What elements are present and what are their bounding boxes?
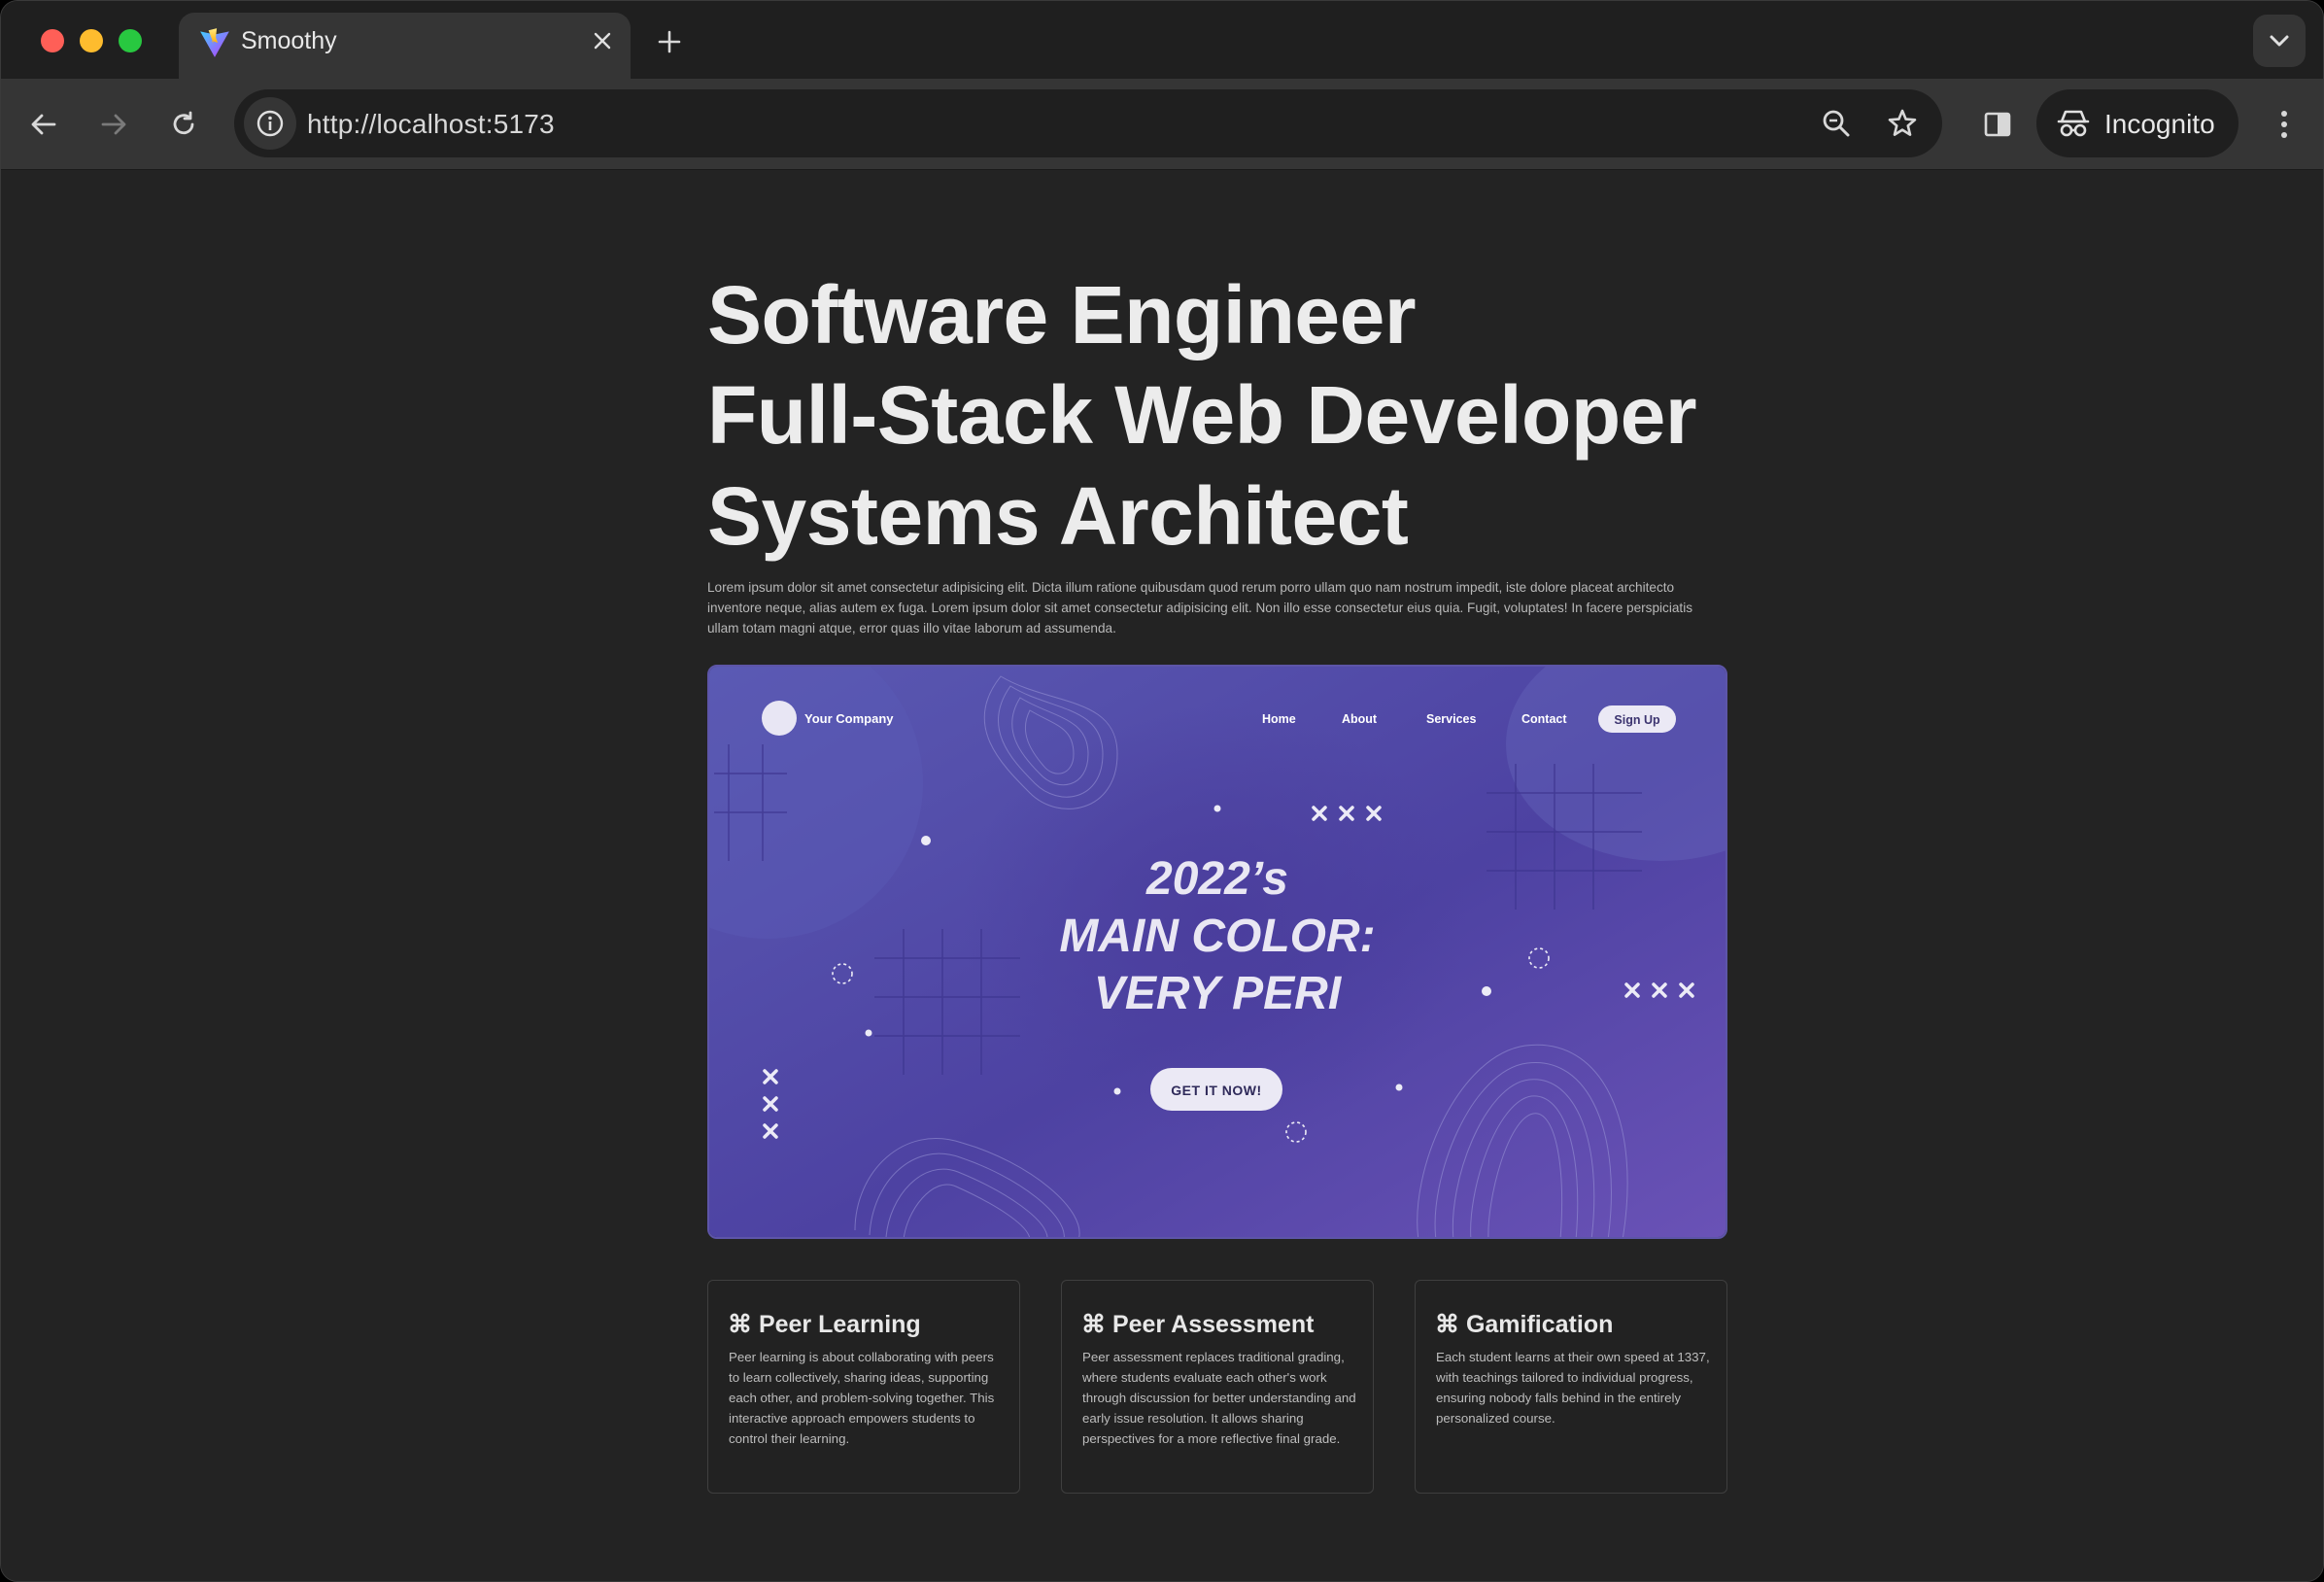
card-title: ⌘ Gamification: [1435, 1310, 1613, 1339]
reload-icon: [173, 111, 194, 135]
command-icon: ⌘: [1081, 1311, 1106, 1338]
arrow-right-icon: [101, 114, 126, 135]
minimize-window-button[interactable]: [80, 29, 103, 52]
new-tab-icon[interactable]: [652, 24, 687, 59]
hero-cta-button: GET IT NOW!: [1171, 1083, 1261, 1098]
hero-title-line-2: MAIN COLOR:: [1059, 911, 1375, 962]
hero-nav-contact: Contact: [1521, 712, 1567, 726]
side-panel-button[interactable]: [1973, 100, 2022, 149]
zoom-icon[interactable]: [1818, 105, 1855, 142]
feature-card-gamification: ⌘ Gamification Each student learns at th…: [1415, 1280, 1727, 1494]
site-info-icon[interactable]: [244, 97, 296, 150]
hero-nav-services: Services: [1426, 712, 1476, 726]
incognito-icon: [2057, 110, 2090, 137]
close-window-button[interactable]: [41, 29, 64, 52]
tab-smoothy[interactable]: Smoothy: [179, 13, 631, 79]
address-bar[interactable]: http://localhost:5173: [234, 89, 1942, 157]
maximize-window-button[interactable]: [119, 29, 142, 52]
chevron-down-icon: [2270, 35, 2289, 47]
hero-nav-about: About: [1342, 712, 1378, 726]
incognito-profile-button[interactable]: Incognito: [2036, 89, 2239, 157]
card-title-text: Peer Assessment: [1111, 1311, 1315, 1338]
hero-banner-image: Your Company Home About Services Contact…: [707, 665, 1727, 1239]
incognito-label: Incognito: [2104, 109, 2215, 139]
headline-role-2: Full-Stack Web Developer: [707, 369, 1697, 461]
reload-button[interactable]: [160, 101, 207, 148]
hero-title-line-3: VERY PERI: [1094, 968, 1343, 1019]
hero-nav-home: Home: [1262, 712, 1296, 726]
page-viewport: Software Engineer Full-Stack Web Develop…: [1, 171, 2323, 1581]
close-tab-icon[interactable]: [588, 26, 617, 55]
back-button[interactable]: [20, 101, 67, 148]
card-description: Peer assessment replaces traditional gra…: [1082, 1350, 1356, 1446]
arrow-left-icon: [31, 114, 56, 135]
card-description: Peer learning is about collaborating wit…: [729, 1350, 995, 1446]
command-icon: ⌘: [728, 1311, 752, 1338]
card-title-text: Gamification: [1465, 1311, 1614, 1338]
card-title: ⌘ Peer Assessment: [1081, 1310, 1315, 1339]
intro-paragraph: Lorem ipsum dolor sit amet consectetur a…: [707, 580, 1693, 636]
forward-button[interactable]: [90, 101, 137, 148]
headline-role-3: Systems Architect: [707, 470, 1409, 562]
more-vertical-icon: [2281, 111, 2287, 138]
card-title-text: Peer Learning: [758, 1311, 921, 1338]
card-title: ⌘ Peer Learning: [728, 1310, 921, 1339]
hero-company-name: Your Company: [804, 711, 894, 726]
headline-role-1: Software Engineer: [707, 269, 1417, 361]
browser-menu-button[interactable]: [2260, 100, 2308, 149]
bookmark-star-icon[interactable]: [1884, 105, 1921, 142]
hero-title-line-1: 2022’s: [1145, 853, 1288, 905]
tab-strip: Smoothy: [1, 1, 2323, 79]
vite-logo-icon: [200, 28, 229, 57]
browser-window: Smoothy http://localhost:5173 Incognito …: [0, 0, 2324, 1582]
browser-toolbar: http://localhost:5173 Incognito: [1, 79, 2323, 170]
hero-signup-button: Sign Up: [1614, 713, 1660, 727]
tab-search-button[interactable]: [2253, 15, 2306, 67]
card-description: Each student learns at their own speed a…: [1436, 1350, 1710, 1426]
side-panel-icon: [1984, 112, 2011, 137]
url-text[interactable]: http://localhost:5173: [307, 109, 555, 140]
feature-card-peer-assessment: ⌘ Peer Assessment Peer assessment replac…: [1061, 1280, 1374, 1494]
feature-card-peer-learning: ⌘ Peer Learning Peer learning is about c…: [707, 1280, 1020, 1494]
command-icon: ⌘: [1435, 1311, 1459, 1338]
tab-title: Smoothy: [241, 27, 337, 54]
